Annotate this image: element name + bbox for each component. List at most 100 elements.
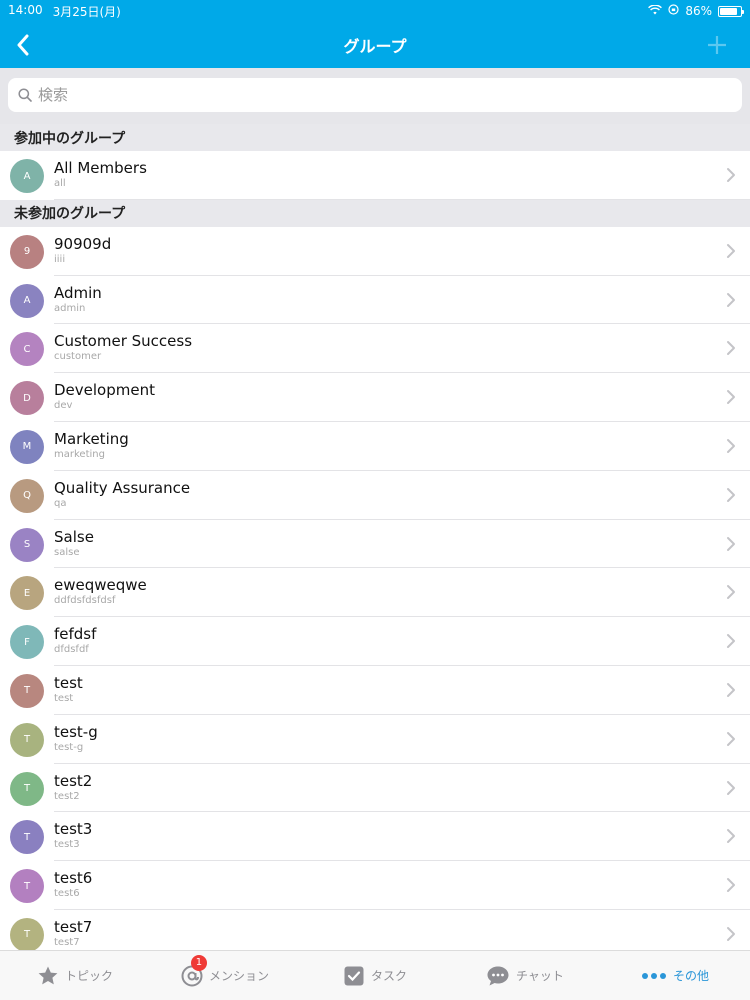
search-input[interactable]	[38, 86, 718, 104]
group-name: Salse	[54, 527, 94, 546]
group-row[interactable]: F fefdsf dfdsfdf	[0, 617, 750, 666]
group-id: admin	[54, 302, 86, 314]
avatar: C	[10, 332, 44, 367]
group-row[interactable]: A All Members all	[0, 151, 750, 200]
group-name: Marketing	[54, 429, 129, 448]
battery-percent: 86%	[685, 4, 712, 18]
search-icon	[18, 88, 32, 102]
tab-more[interactable]: その他	[600, 967, 750, 984]
group-id: test	[54, 692, 74, 704]
chevron-right-icon	[726, 780, 736, 796]
group-row[interactable]: T test-g test-g	[0, 714, 750, 764]
avatar: T	[10, 722, 44, 757]
tab-label: チャット	[516, 969, 564, 983]
app-header: 14:00 3月25日(月) 86% グループ	[0, 0, 750, 68]
avatar: T	[10, 917, 44, 950]
chevron-right-icon	[726, 243, 736, 259]
tab-label: その他	[672, 969, 709, 983]
notification-badge: 1	[190, 954, 207, 971]
chat-bubble-icon	[486, 965, 510, 987]
nav-bar: グループ	[0, 22, 750, 68]
group-id: all	[54, 178, 66, 189]
add-group-button[interactable]	[702, 30, 732, 60]
chevron-right-icon	[726, 828, 736, 844]
avatar: T	[10, 771, 44, 806]
group-name: test-g	[54, 722, 98, 741]
star-icon	[37, 965, 59, 987]
group-name: test3	[54, 820, 93, 839]
avatar: T	[10, 820, 44, 855]
avatar: A	[10, 159, 44, 193]
avatar: F	[10, 625, 44, 660]
group-name: All Members	[54, 159, 147, 177]
tab-task[interactable]: タスク	[300, 965, 450, 987]
avatar: Q	[10, 478, 44, 513]
group-id: test-g	[54, 741, 84, 753]
chevron-right-icon	[726, 487, 736, 503]
row-divider	[54, 198, 750, 200]
avatar: 9	[10, 234, 44, 269]
group-id: test2	[54, 790, 80, 802]
group-row[interactable]: T test3 test3	[0, 812, 750, 862]
group-id: qa	[54, 497, 67, 509]
chevron-right-icon	[726, 438, 736, 454]
chevron-right-icon	[726, 389, 736, 405]
group-id: test6	[54, 888, 80, 900]
tab-label: トピック	[64, 969, 113, 983]
checkbox-icon	[343, 965, 365, 987]
group-id: dev	[54, 400, 73, 412]
group-row[interactable]: E eweqweqwe ddfdsfdsfdsf	[0, 568, 750, 618]
group-name: test6	[54, 869, 93, 888]
tab-label: メンション	[208, 969, 269, 983]
page-title: グループ	[343, 37, 407, 56]
lock-rotation-icon	[668, 4, 679, 18]
group-row[interactable]: 9 90909d iiii	[0, 226, 750, 276]
group-row[interactable]: M Marketing marketing	[0, 421, 750, 471]
chevron-right-icon	[726, 536, 736, 552]
search-bar	[0, 68, 750, 124]
section-header: 参加中のグループ	[0, 124, 750, 151]
group-row[interactable]: D Development dev	[0, 373, 750, 422]
group-row[interactable]: T test6 test6	[0, 861, 750, 910]
group-row[interactable]: C Customer Success customer	[0, 324, 750, 374]
tab-chat[interactable]: チャット	[450, 965, 600, 987]
status-bar: 14:00 3月25日(月) 86%	[0, 0, 750, 22]
wifi-icon	[648, 4, 663, 18]
avatar: T	[10, 673, 44, 708]
group-row[interactable]: Q Quality Assurance qa	[0, 470, 750, 520]
chevron-right-icon	[726, 292, 736, 308]
chevron-right-icon	[726, 584, 736, 600]
group-name: Customer Success	[54, 332, 193, 351]
group-name: fefdsf	[54, 625, 97, 644]
group-row[interactable]: T test test	[0, 665, 750, 715]
chevron-right-icon	[726, 633, 736, 649]
tab-bar: トピック 1 メンション タスク チャット その他	[0, 950, 750, 1000]
group-id: customer	[54, 351, 102, 363]
avatar: E	[10, 576, 44, 611]
status-date: 3月25日(月)	[52, 4, 121, 19]
group-row[interactable]: T test2 test2	[0, 763, 750, 813]
group-id: test7	[54, 936, 80, 948]
group-row[interactable]: S Salse salse	[0, 519, 750, 569]
tab-topic[interactable]: トピック	[0, 965, 150, 987]
chevron-right-icon	[726, 340, 736, 356]
avatar: T	[10, 869, 44, 904]
group-name: Quality Assurance	[54, 478, 191, 497]
group-row[interactable]: A Admin admin	[0, 275, 750, 325]
plus-icon	[708, 36, 726, 54]
chevron-right-icon	[726, 682, 736, 698]
group-name: test	[54, 673, 83, 692]
group-id: dfdsfdf	[54, 644, 89, 656]
group-name: test2	[54, 771, 93, 790]
chevron-right-icon	[726, 731, 736, 747]
chevron-right-icon	[726, 926, 736, 942]
group-list: 参加中のグループ A All Members all 未参加のグループ 9 9090…	[0, 124, 750, 950]
search-box[interactable]	[8, 78, 742, 112]
tab-mention[interactable]: 1 メンション	[150, 954, 300, 987]
avatar: S	[10, 527, 44, 562]
avatar: M	[10, 429, 44, 464]
at-icon: 1	[181, 954, 207, 987]
group-row[interactable]: T test7 test7	[0, 909, 750, 950]
group-name: 90909d	[54, 234, 112, 253]
section-header: 未参加のグループ	[0, 199, 750, 227]
